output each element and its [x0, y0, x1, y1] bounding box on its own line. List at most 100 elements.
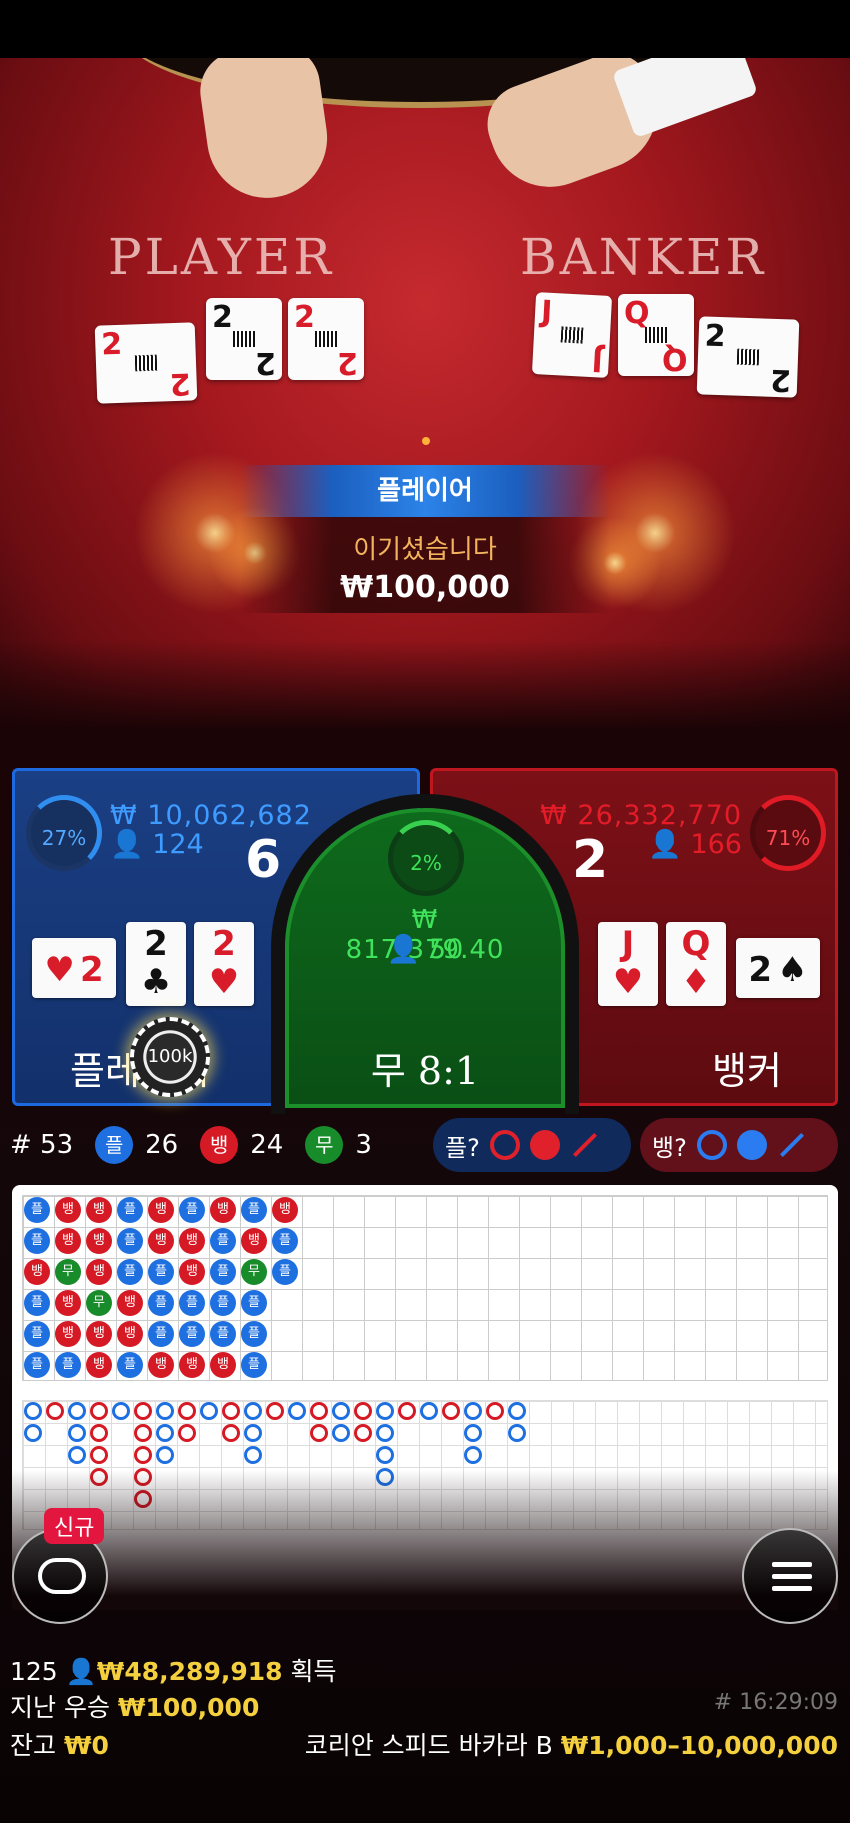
bead: 플	[148, 1259, 174, 1285]
result-banner: 플레이어	[240, 465, 610, 517]
bead: 뱅	[55, 1197, 81, 1223]
big-road-mark	[376, 1402, 394, 1420]
balance-line: 잔고 ₩0	[10, 1731, 109, 1760]
bead: 플	[24, 1228, 50, 1254]
big-road-mark	[332, 1402, 350, 1420]
big-road-mark	[156, 1446, 174, 1464]
player-label: PLAYER	[108, 228, 335, 286]
placed-chip[interactable]: 100k	[130, 1017, 210, 1097]
bead: 무	[241, 1259, 267, 1285]
big-road-mark	[222, 1402, 240, 1420]
big-road-mark	[442, 1402, 460, 1420]
big-road-mark	[244, 1424, 262, 1442]
big-road-mark	[68, 1446, 86, 1464]
indicator-dot	[422, 437, 430, 445]
bead: 플	[179, 1197, 205, 1223]
bead: 뱅	[241, 1228, 267, 1254]
player-bet-total: ₩ 10,062,682	[110, 800, 312, 831]
table-card-banker-1: JJ	[531, 292, 613, 378]
big-road-mark	[90, 1402, 108, 1420]
big-eye-icon	[696, 1130, 727, 1160]
bead: 플	[148, 1321, 174, 1347]
bead: 플	[24, 1321, 50, 1347]
big-road-mark	[134, 1424, 152, 1442]
big-road-mark	[376, 1424, 394, 1442]
player-card-1: ♥ 2	[32, 938, 116, 998]
bead: 뱅	[210, 1352, 236, 1378]
ask-player-button[interactable]: 플?	[433, 1118, 631, 1172]
bead: 무	[86, 1290, 112, 1316]
big-road-mark	[200, 1402, 218, 1420]
big-road-mark	[310, 1424, 328, 1442]
big-road-mark	[134, 1446, 152, 1464]
big-road-mark	[24, 1402, 42, 1420]
bead: 플	[241, 1321, 267, 1347]
ask-banker-button[interactable]: 뱅?	[640, 1118, 838, 1172]
big-road-mark	[46, 1402, 64, 1420]
banker-bet-total: ₩ 26,332,770	[540, 800, 742, 831]
big-road-mark	[420, 1402, 438, 1420]
banker-score: 2	[572, 830, 609, 890]
tie-badge: 무	[305, 1126, 344, 1164]
round-time: # 16:29:09	[713, 1690, 838, 1715]
big-road-mark	[508, 1402, 526, 1420]
banker-card-1: J ♥	[598, 922, 658, 1006]
dealer-left-hand	[195, 58, 335, 206]
big-road-mark	[376, 1446, 394, 1464]
total-win-line: 125 👤₩48,289,918 획득	[10, 1657, 337, 1686]
bead: 플	[179, 1290, 205, 1316]
bead: 뱅	[86, 1197, 112, 1223]
tie-count: 무 3	[305, 1126, 372, 1164]
tie-percent-ring: 2%	[388, 820, 464, 896]
banker-spot-label: 뱅커	[712, 1049, 782, 1093]
win-amount: ₩100,000	[340, 570, 510, 605]
bead: 뱅	[55, 1321, 81, 1347]
banker-card-2: Q ♦	[666, 922, 726, 1006]
bead: 뱅	[210, 1197, 236, 1223]
bead: 뱅	[179, 1228, 205, 1254]
big-road-mark	[24, 1424, 42, 1442]
bead: 무	[55, 1259, 81, 1285]
round-number: # 53	[10, 1130, 74, 1160]
big-road-mark	[134, 1402, 152, 1420]
bead: 뱅	[179, 1259, 205, 1285]
bead: 플	[117, 1197, 143, 1223]
bead: 플	[210, 1321, 236, 1347]
bead: 뱅	[55, 1228, 81, 1254]
last-win-line: 지난 우승 ₩100,000	[10, 1693, 260, 1722]
bead: 플	[117, 1352, 143, 1378]
menu-button[interactable]	[742, 1528, 838, 1624]
bead: 뱅	[148, 1228, 174, 1254]
bead: 뱅	[86, 1228, 112, 1254]
bead: 뱅	[24, 1259, 50, 1285]
bead: 플	[210, 1290, 236, 1316]
banker-bettor-count: 👤 166	[648, 829, 742, 860]
new-badge: 신규	[44, 1508, 105, 1544]
big-road-mark	[508, 1424, 526, 1442]
bead: 플	[55, 1352, 81, 1378]
bead: 뱅	[179, 1352, 205, 1378]
big-road-mark	[112, 1402, 130, 1420]
big-road-mark	[222, 1424, 240, 1442]
player-percent-ring: 27%	[26, 795, 102, 871]
big-road-mark	[354, 1424, 372, 1442]
big-road-mark	[178, 1402, 196, 1420]
bead: 뱅	[117, 1321, 143, 1347]
bead: 플	[241, 1290, 267, 1316]
cockroach-icon	[572, 1132, 597, 1158]
bead: 플	[117, 1259, 143, 1285]
banker-wins: 뱅 24	[200, 1126, 283, 1164]
table-card-banker-3: 22	[696, 316, 800, 398]
win-message: 이기셨습니다	[353, 535, 497, 565]
win-box: 이기셨습니다 ₩100,000	[240, 517, 610, 613]
bead: 플	[272, 1259, 298, 1285]
player-score: 6	[245, 830, 282, 890]
bead: 플	[210, 1259, 236, 1285]
table-info: 코리안 스피드 바카라 B ₩1,000–10,000,000	[305, 1726, 838, 1762]
bead: 뱅	[55, 1290, 81, 1316]
player-card-2: 2 ♣	[126, 922, 186, 1006]
bead: 플	[24, 1352, 50, 1378]
big-road-mark	[90, 1446, 108, 1464]
player-badge: 플	[95, 1126, 134, 1164]
big-road-mark	[178, 1424, 196, 1442]
